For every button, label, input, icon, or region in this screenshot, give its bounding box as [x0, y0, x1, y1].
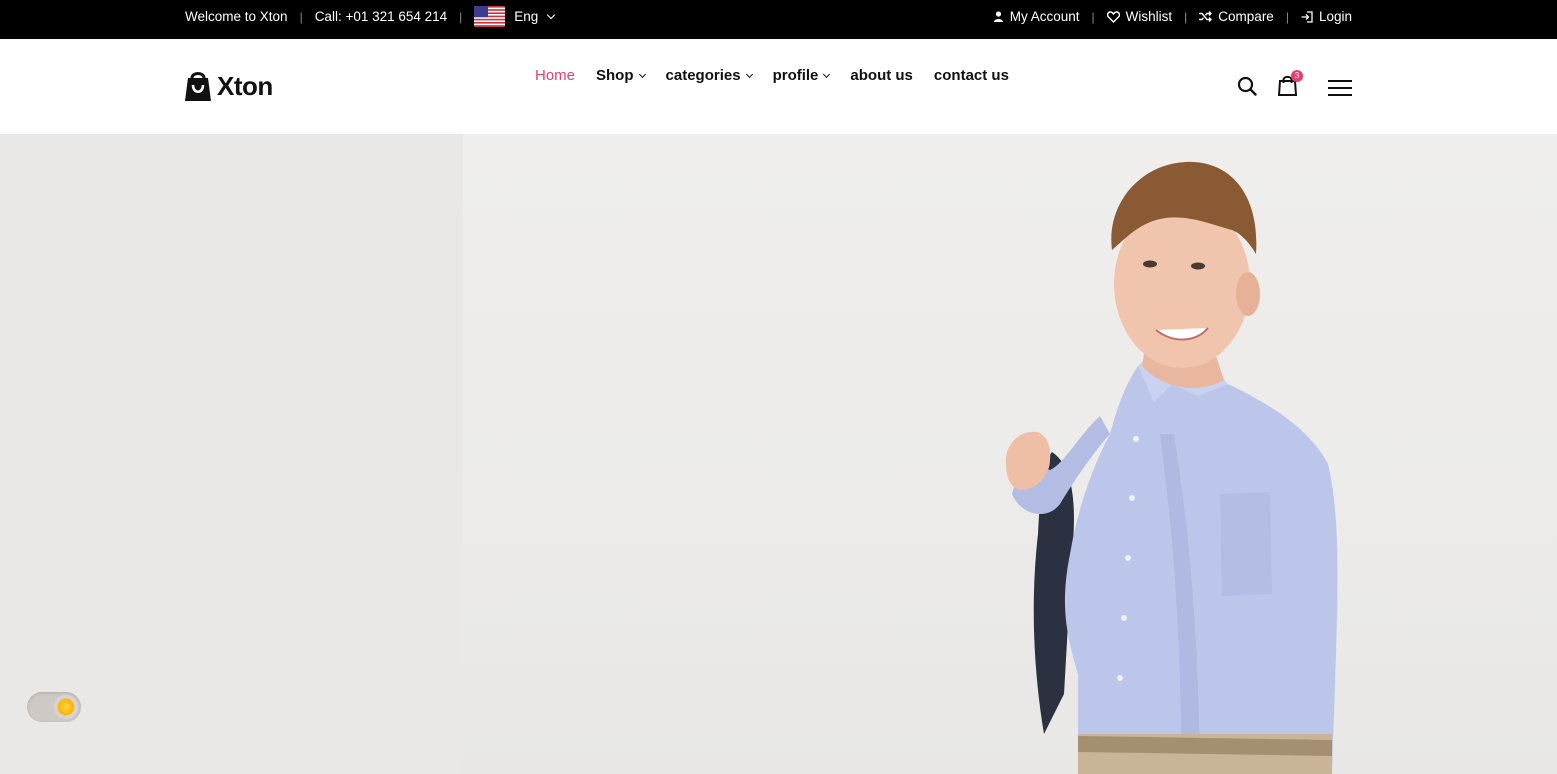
brand-name: Xton — [217, 71, 273, 101]
divider: | — [1285, 9, 1289, 24]
nav-profile-label: profile — [772, 67, 819, 84]
search-icon[interactable] — [1237, 76, 1257, 101]
shuffle-icon — [1199, 11, 1213, 22]
cart-count-badge: 3 — [1291, 70, 1303, 82]
nav-categories-label: categories — [665, 67, 741, 84]
nav-contact[interactable]: contact us — [934, 67, 1009, 84]
wishlist-link[interactable]: Wishlist — [1106, 9, 1173, 24]
chevron-down-icon — [638, 70, 646, 78]
divider: | — [1184, 9, 1188, 24]
sun-icon — [54, 695, 78, 719]
flag-us-icon — [474, 6, 506, 27]
chevron-down-icon — [823, 70, 831, 78]
theme-toggle[interactable] — [27, 692, 81, 722]
hero-model-image — [1005, 161, 1338, 774]
main-nav: Home Shop categories profile about us co… — [535, 67, 1009, 84]
nav-shop[interactable]: Shop — [596, 67, 646, 84]
chevron-down-icon — [745, 70, 753, 78]
menu-icon[interactable] — [1328, 80, 1352, 96]
phone-link[interactable]: Call: +01 321 654 214 — [315, 9, 447, 24]
heart-icon — [1106, 10, 1120, 23]
user-icon — [993, 11, 1004, 22]
top-bar: Welcome to Xton | Call: +01 321 654 214 … — [0, 0, 1557, 39]
login-icon — [1301, 10, 1313, 23]
logo[interactable]: Xton — [185, 71, 273, 102]
my-account-link[interactable]: My Account — [993, 9, 1080, 24]
nav-home[interactable]: Home — [535, 67, 575, 84]
nav-about[interactable]: about us — [850, 67, 913, 84]
wishlist-label: Wishlist — [1125, 9, 1173, 24]
chevron-down-icon — [547, 10, 556, 20]
cart-button[interactable]: 3 — [1277, 70, 1303, 101]
main-header: Xton Home Shop categories profile about … — [0, 39, 1557, 134]
my-account-label: My Account — [1009, 9, 1080, 24]
login-link[interactable]: Login — [1301, 9, 1352, 24]
language-label: Eng — [514, 9, 539, 24]
nav-categories[interactable]: categories — [665, 67, 753, 84]
header-actions: 3 — [1237, 70, 1352, 101]
compare-link[interactable]: Compare — [1199, 9, 1274, 24]
nav-shop-label: Shop — [596, 67, 634, 84]
divider: | — [299, 9, 303, 24]
bag-logo-icon — [185, 72, 211, 101]
nav-profile[interactable]: profile — [772, 67, 831, 84]
language-selector[interactable]: Eng — [474, 6, 556, 27]
welcome-text: Welcome to Xton — [185, 9, 288, 24]
divider: | — [459, 9, 463, 24]
hero-banner — [0, 134, 1557, 774]
divider: | — [1091, 9, 1095, 24]
compare-label: Compare — [1218, 9, 1274, 24]
login-label: Login — [1318, 9, 1352, 24]
